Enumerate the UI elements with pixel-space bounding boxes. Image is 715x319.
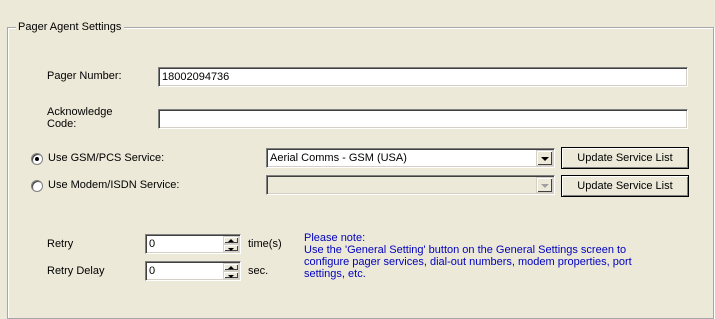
retry-input[interactable] <box>146 235 224 253</box>
spin-up-icon[interactable] <box>223 263 239 271</box>
gsm-service-label[interactable]: Use GSM/PCS Service: <box>48 152 164 164</box>
gsm-service-radio[interactable] <box>31 153 43 165</box>
gsm-service-dropdown[interactable]: Aerial Comms - GSM (USA) <box>266 148 555 168</box>
gsm-update-service-list-button[interactable]: Update Service List <box>561 147 689 169</box>
chevron-down-icon[interactable] <box>536 150 553 166</box>
gsm-service-value: Aerial Comms - GSM (USA) <box>270 152 407 164</box>
note-line-3: configure pager services, dial-out numbe… <box>304 256 632 268</box>
acknowledge-code-input[interactable] <box>159 110 687 128</box>
modem-service-label[interactable]: Use Modem/ISDN Service: <box>48 179 179 191</box>
note-line-2: Use the 'General Setting' button on the … <box>304 244 627 256</box>
acknowledge-code-field[interactable] <box>158 109 688 129</box>
retry-unit: time(s) <box>248 238 282 250</box>
pager-number-field[interactable] <box>158 67 688 87</box>
retry-delay-spin-buttons[interactable] <box>223 263 239 279</box>
retry-spin-buttons[interactable] <box>223 236 239 252</box>
spin-down-icon[interactable] <box>223 244 239 252</box>
note-line-1: Please note: <box>304 232 366 244</box>
modem-service-radio[interactable] <box>31 180 43 192</box>
acknowledge-code-label-line1: Acknowledge <box>47 106 113 118</box>
retry-delay-label: Retry Delay <box>47 265 105 277</box>
retry-stepper[interactable] <box>145 234 241 254</box>
modem-update-service-list-button[interactable]: Update Service List <box>561 175 689 197</box>
pager-number-input[interactable] <box>159 68 687 86</box>
acknowledge-code-label-line2: Code: <box>47 118 77 130</box>
retry-label: Retry <box>47 238 74 250</box>
spin-down-icon[interactable] <box>223 271 239 279</box>
modem-service-dropdown <box>266 175 555 195</box>
retry-delay-unit: sec. <box>248 265 269 277</box>
acknowledge-code-label: Acknowledge Code: <box>47 106 112 130</box>
group-title: Pager Agent Settings <box>16 20 125 34</box>
spin-up-icon[interactable] <box>223 236 239 244</box>
note-line-4: settings, etc. <box>304 268 366 280</box>
retry-delay-input[interactable] <box>146 262 224 280</box>
pager-number-label: Pager Number: <box>47 70 122 82</box>
retry-delay-stepper[interactable] <box>145 261 241 281</box>
chevron-down-icon <box>536 177 553 193</box>
please-note-text: Please note: Use the 'General Setting' b… <box>304 232 632 280</box>
